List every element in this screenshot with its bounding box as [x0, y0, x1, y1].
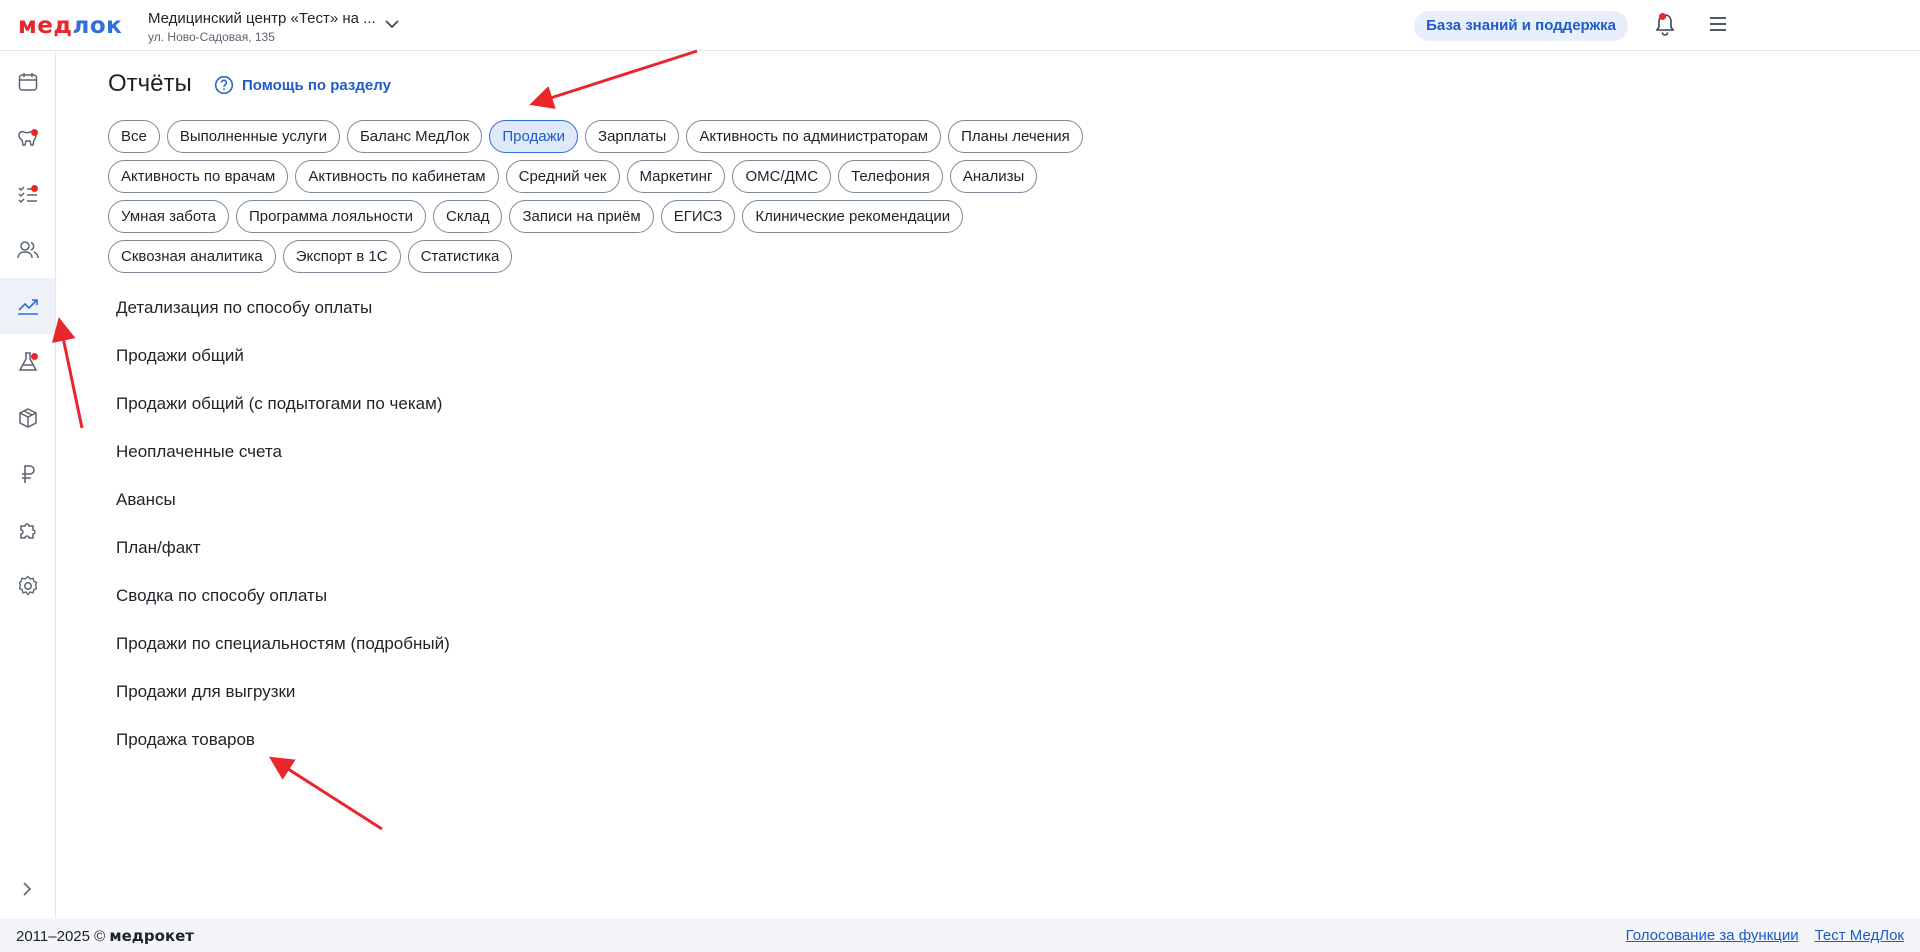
filter-chip[interactable]: Статистика: [407, 240, 513, 273]
filter-chip[interactable]: Продажи: [489, 120, 579, 153]
users-icon: [16, 241, 39, 259]
feature-voting-link[interactable]: Голосование за функции: [1626, 927, 1799, 944]
filter-chip[interactable]: ЕГИСЗ: [660, 200, 736, 233]
filter-chip[interactable]: Телефония: [838, 160, 943, 193]
filter-chip[interactable]: Склад: [433, 200, 503, 233]
annotation-arrow: [51, 317, 84, 429]
gear-icon: [18, 575, 37, 596]
filter-chip[interactable]: Активность по кабинетам: [295, 160, 499, 193]
copyright: 2011–2025 © медрокет: [16, 927, 194, 945]
clinic-name: Медицинский центр «Тест» на ...: [148, 10, 376, 27]
puzzle-icon: [19, 523, 36, 539]
filter-chip[interactable]: Программа лояльности: [235, 200, 427, 233]
sidebar-item-dental-chart[interactable]: [0, 110, 55, 166]
filter-chip-row: Умная забота Программа лояльности Склад Зап…: [108, 200, 1108, 233]
report-link[interactable]: Детализация по способу оплаты: [116, 298, 450, 346]
test-medlok-link[interactable]: Тест МедЛок: [1815, 927, 1904, 944]
filter-chip[interactable]: Планы лечения: [948, 120, 1083, 153]
sidebar-item-settings[interactable]: [0, 558, 55, 614]
sidebar-item-integrations[interactable]: [0, 502, 55, 558]
chevron-down-icon[interactable]: [384, 16, 400, 32]
filter-chip[interactable]: Маркетинг: [626, 160, 726, 193]
page-title: Отчёты: [108, 70, 192, 97]
sidebar-item-patients[interactable]: [0, 222, 55, 278]
sidebar-item-lab[interactable]: [0, 334, 55, 390]
filter-chip[interactable]: Клинические рекомендации: [742, 200, 964, 233]
filter-chip[interactable]: Умная забота: [108, 200, 229, 233]
report-link[interactable]: Неоплаченные счета: [116, 442, 450, 490]
report-link[interactable]: Авансы: [116, 490, 450, 538]
report-link[interactable]: Продажи по специальностям (подробный): [116, 634, 450, 682]
knowledge-base-button[interactable]: База знаний и поддержка: [1414, 11, 1628, 41]
report-category-filters: Все Выполненные услуги Баланс МедЛок Продаж…: [108, 120, 1108, 280]
sidebar-badge: [31, 129, 38, 136]
clinic-address: ул. Ново-Садовая, 135: [148, 30, 275, 44]
filter-chip-row: Сквозная аналитика Экспорт в 1С Статистика: [108, 240, 1108, 273]
notification-badge: [1659, 13, 1666, 20]
report-link[interactable]: План/факт: [116, 538, 450, 586]
sidebar-badge: [31, 353, 38, 360]
sidebar: [0, 52, 56, 918]
annotation-arrow: [529, 49, 698, 109]
sidebar-badge: [31, 185, 38, 192]
top-bar: медлок Медицинский центр «Тест» на ... у…: [0, 0, 1920, 51]
medlok-logo[interactable]: медлок: [18, 13, 122, 39]
sidebar-item-reports[interactable]: [0, 278, 55, 334]
filter-chip[interactable]: Зарплаты: [585, 120, 680, 153]
help-link[interactable]: Помощь по разделу: [214, 75, 391, 95]
report-link[interactable]: Продажа товаров: [116, 730, 450, 778]
footer-links: Голосование за функции Тест МедЛок: [1626, 927, 1904, 944]
report-link[interactable]: Продажи общий: [116, 346, 450, 394]
ruble-icon: [21, 465, 35, 483]
filter-chip[interactable]: Активность по врачам: [108, 160, 289, 193]
chart-icon: [17, 299, 38, 315]
sidebar-item-calendar[interactable]: [0, 54, 55, 110]
filter-chip[interactable]: Анализы: [949, 160, 1038, 193]
filter-chip[interactable]: Выполненные услуги: [166, 120, 340, 153]
report-link[interactable]: Продажи для выгрузки: [116, 682, 450, 730]
sidebar-item-finance[interactable]: [0, 446, 55, 502]
chevron-right-icon[interactable]: [18, 880, 36, 898]
filter-chip[interactable]: Все: [108, 120, 160, 153]
filter-chip[interactable]: Средний чек: [505, 160, 620, 193]
filter-chip-row: Все Выполненные услуги Баланс МедЛок Продаж…: [108, 120, 1108, 153]
footer: 2011–2025 © медрокет Голосование за функ…: [0, 918, 1920, 952]
filter-chip[interactable]: Активность по администраторам: [686, 120, 942, 153]
filter-chip-row: Активность по врачам Активность по кабине…: [108, 160, 1108, 193]
report-link[interactable]: Сводка по способу оплаты: [116, 586, 450, 634]
filter-chip[interactable]: ОМС/ДМС: [732, 160, 832, 193]
report-link[interactable]: Продажи общий (с подытогами по чекам): [116, 394, 450, 442]
filter-chip[interactable]: Записи на приём: [509, 200, 654, 233]
sidebar-item-tasks[interactable]: [0, 166, 55, 222]
filter-chip[interactable]: Экспорт в 1С: [282, 240, 401, 273]
sidebar-item-warehouse[interactable]: [0, 390, 55, 446]
report-list: Детализация по способу оплаты Продажи общ…: [116, 298, 450, 778]
hamburger-menu-icon[interactable]: [1708, 14, 1728, 34]
box-icon: [18, 408, 37, 428]
calendar-icon: [18, 73, 37, 91]
help-link-label: Помощь по разделу: [242, 76, 391, 94]
filter-chip[interactable]: Баланс МедЛок: [346, 120, 483, 153]
filter-chip[interactable]: Сквозная аналитика: [108, 240, 276, 273]
question-circle-icon: [214, 75, 234, 95]
clinic-selector[interactable]: Медицинский центр «Тест» на ... ул. Ново…: [148, 10, 376, 44]
